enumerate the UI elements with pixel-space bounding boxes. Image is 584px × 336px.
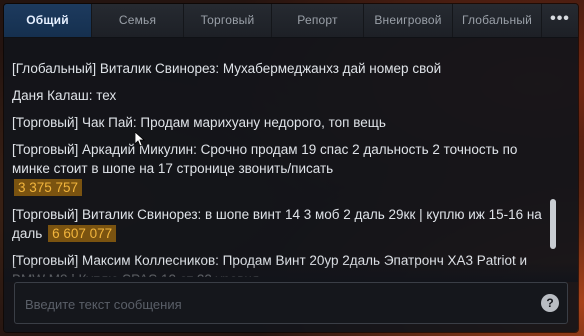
scrollbar-thumb[interactable] — [550, 199, 556, 249]
message-input-box: ? — [14, 282, 568, 325]
message-text: Даня Калаш: тех — [12, 88, 117, 103]
tab-global[interactable]: Глобальный — [453, 4, 542, 37]
more-tabs-button[interactable]: ••• — [542, 4, 578, 37]
tab-trade[interactable]: Торговый — [184, 4, 272, 37]
chat-message: [Торговый] Виталик Свинорез: в шопе винт… — [12, 205, 542, 243]
message-text: [Торговый] Аркадий Микулин: Срочно прода… — [12, 142, 518, 176]
chat-message: [Глобальный] Виталик Свинорез: Мухаберме… — [12, 59, 542, 78]
help-icon[interactable]: ? — [541, 294, 559, 312]
tab-report[interactable]: Репорт — [272, 4, 364, 37]
message-text: [Торговый] Чак Пай: Продам марихуану нед… — [12, 115, 386, 130]
message-list: [Глобальный] Виталик Свинорез: Мухаберме… — [12, 59, 542, 277]
chat-panel: Общий Семья Торговый Репорт Внеигровой Г… — [4, 4, 578, 332]
message-fade — [4, 262, 578, 282]
phone-number-badge[interactable]: 6 607 077 — [48, 225, 117, 242]
mouse-cursor-icon — [135, 132, 145, 147]
chat-message: Даня Калаш: тех — [12, 86, 542, 105]
tab-offgame[interactable]: Внеигровой — [364, 4, 453, 37]
tab-family[interactable]: Семья — [92, 4, 184, 37]
message-input[interactable] — [23, 283, 527, 325]
chat-message: [Торговый] Чак Пай: Продам марихуану нед… — [12, 113, 542, 132]
phone-number-badge[interactable]: 3 375 757 — [14, 179, 83, 196]
tab-general[interactable]: Общий — [4, 4, 92, 37]
message-text: [Глобальный] Виталик Свинорез: Мухаберме… — [12, 61, 442, 76]
chat-tab-bar: Общий Семья Торговый Репорт Внеигровой Г… — [4, 4, 578, 38]
scrollbar[interactable] — [550, 44, 556, 280]
chat-message: [Торговый] Аркадий Микулин: Срочно прода… — [12, 140, 542, 197]
